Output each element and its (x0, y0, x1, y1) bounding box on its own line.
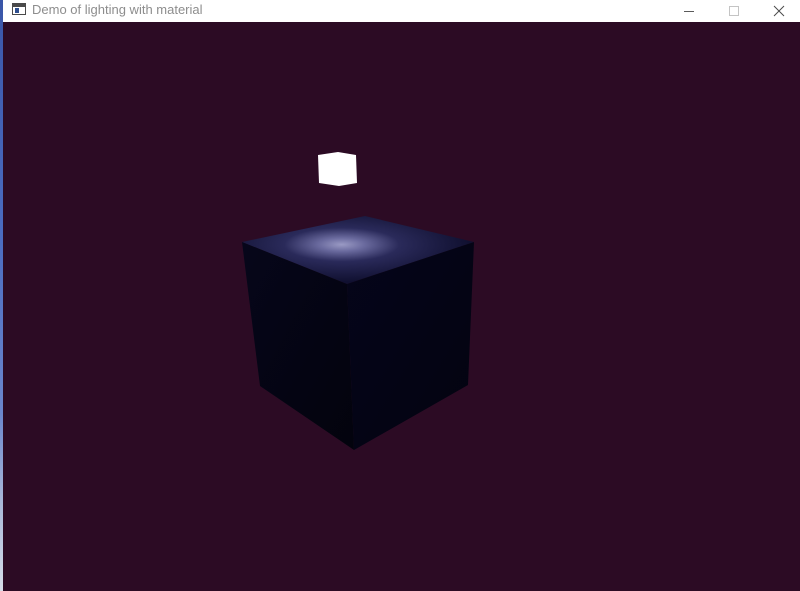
app-window: Demo of lighting with material (0, 0, 800, 591)
maximize-button[interactable] (711, 0, 756, 22)
minimize-icon (683, 11, 694, 12)
material-cube (242, 216, 474, 450)
render-viewport[interactable] (3, 22, 800, 591)
light-source-cube (318, 152, 357, 186)
close-icon (773, 5, 784, 17)
maximize-icon (728, 6, 739, 16)
minimize-button[interactable] (666, 0, 711, 22)
window-title: Demo of lighting with material (32, 2, 203, 17)
3d-scene (242, 152, 474, 450)
window-app-icon[interactable] (12, 3, 26, 15)
close-button[interactable] (756, 0, 800, 22)
title-bar[interactable]: Demo of lighting with material (3, 0, 800, 22)
